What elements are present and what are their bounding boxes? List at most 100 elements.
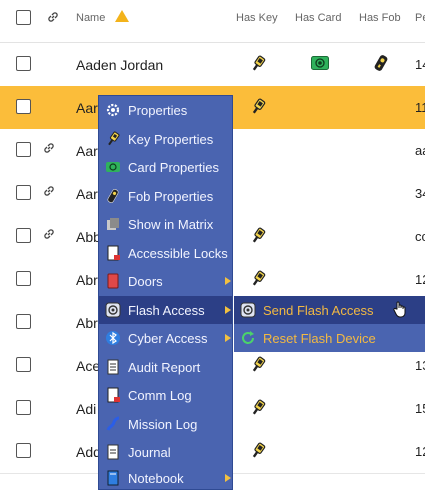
gear-icon	[106, 103, 120, 117]
flash-icon	[105, 302, 121, 317]
lock-doc-icon	[107, 245, 120, 260]
fob-icon	[107, 188, 119, 203]
menu-item-audit-report[interactable]: Audit Report	[99, 353, 232, 381]
menu-item-notebook[interactable]: Notebook	[99, 464, 232, 489]
submenu-item-label: Send Flash Access	[263, 303, 374, 318]
link-icon[interactable]	[43, 228, 55, 240]
link-icon[interactable]	[43, 185, 55, 197]
menu-item-label: Comm Log	[128, 388, 192, 403]
row-checkbox[interactable]	[16, 271, 31, 286]
menu-item-label: Key Properties	[128, 131, 214, 147]
row-checkbox[interactable]	[16, 185, 31, 200]
flash-access-submenu: Send Flash Access Reset Flash Device	[234, 296, 425, 352]
row-checkbox[interactable]	[16, 142, 31, 157]
flash-icon	[240, 302, 256, 318]
key-icon	[249, 97, 267, 115]
menu-item-show-in-matrix[interactable]: Show in Matrix	[99, 210, 232, 238]
hand-cursor-icon	[393, 301, 406, 318]
row-checkbox[interactable]	[16, 56, 31, 71]
menu-item-label: Properties	[128, 103, 188, 118]
menu-item-doors[interactable]: Doors	[99, 267, 232, 295]
row-name: Ace	[76, 358, 101, 374]
row-name: Aar	[76, 143, 98, 159]
col-header-has-key[interactable]: Has Key	[236, 12, 278, 24]
fob-icon	[373, 54, 389, 72]
col-header-has-card[interactable]: Has Card	[295, 12, 341, 24]
submenu-arrow-icon	[225, 277, 231, 285]
context-menu: Properties Key Properties Card Properties F…	[98, 95, 233, 490]
table-row[interactable]: Aaden Jordan 14	[0, 43, 425, 87]
journal-icon	[107, 444, 119, 460]
menu-item-label: Mission Log	[128, 416, 198, 432]
key-icon	[249, 398, 267, 416]
menu-item-accessible-locks[interactable]: Accessible Locks	[99, 239, 232, 267]
menu-item-label: Cyber Access	[128, 331, 208, 346]
row-pe-value: cc	[415, 229, 425, 244]
row-pe-value: 12	[415, 444, 425, 459]
key-icon	[249, 54, 267, 72]
menu-item-label: Card Properties	[128, 160, 220, 175]
grid-header: Name Has Key Has Card Has Fob Pe	[0, 0, 425, 43]
menu-item-properties[interactable]: Properties	[99, 96, 232, 124]
reset-icon	[242, 331, 254, 344]
row-pe-value: 13	[415, 358, 425, 373]
key-icon	[108, 131, 120, 145]
menu-item-flash-access[interactable]: Flash Access	[99, 295, 232, 324]
menu-item-label: Fob Properties	[128, 188, 214, 204]
menu-item-card-properties[interactable]: Card Properties	[99, 153, 232, 181]
menu-item-label: Show in Matrix	[128, 217, 214, 232]
matrix-icon	[107, 218, 119, 230]
menu-item-label: Audit Report	[128, 359, 201, 375]
col-header-name[interactable]: Name	[76, 12, 105, 24]
submenu-item-label: Reset Flash Device	[263, 331, 376, 346]
menu-item-label: Accessible Locks	[128, 245, 228, 261]
row-checkbox[interactable]	[16, 400, 31, 415]
row-name: Aaden Jordan	[76, 57, 164, 73]
row-pe-value: 34	[415, 186, 425, 201]
menu-item-comm-log[interactable]: Comm Log	[99, 381, 232, 409]
key-icon	[249, 355, 267, 373]
warning-triangle-icon	[115, 10, 129, 22]
row-name: Abr	[76, 272, 98, 288]
submenu-arrow-icon	[225, 474, 231, 482]
link-icon[interactable]	[43, 142, 55, 154]
col-header-has-fob[interactable]: Has Fob	[359, 12, 401, 24]
row-name: Adi	[76, 401, 97, 417]
menu-item-label: Notebook	[128, 471, 184, 486]
key-icon	[249, 441, 267, 459]
comm-log-icon	[107, 387, 120, 403]
row-checkbox[interactable]	[16, 228, 31, 243]
mission-icon	[106, 416, 120, 431]
row-checkbox[interactable]	[16, 443, 31, 458]
menu-item-label: Flash Access	[128, 302, 205, 318]
menu-item-journal[interactable]: Journal	[99, 438, 232, 466]
row-pe-value: 15	[415, 401, 425, 416]
card-icon	[106, 162, 120, 172]
row-checkbox[interactable]	[16, 99, 31, 114]
row-pe-value: 14	[415, 57, 425, 72]
report-icon	[107, 359, 119, 374]
row-name: Aar	[76, 100, 98, 116]
menu-item-label: Journal	[128, 445, 171, 460]
row-pe-value: aa	[415, 143, 425, 158]
key-icon	[249, 226, 267, 244]
col-header-pe[interactable]: Pe	[415, 12, 425, 24]
key-icon	[249, 269, 267, 287]
row-checkbox[interactable]	[16, 357, 31, 372]
submenu-arrow-icon	[225, 305, 231, 314]
row-name: Aar	[76, 186, 98, 202]
menu-item-fob-properties[interactable]: Fob Properties	[99, 182, 232, 210]
menu-item-key-properties[interactable]: Key Properties	[99, 125, 232, 153]
select-all-checkbox[interactable]	[16, 10, 31, 25]
row-pe-value: 12	[415, 272, 425, 287]
row-name: Abr	[76, 315, 98, 331]
row-pe-value: 11	[415, 100, 425, 115]
menu-item-mission-log[interactable]: Mission Log	[99, 410, 232, 438]
notebook-icon	[107, 470, 119, 486]
menu-item-cyber-access[interactable]: Cyber Access	[99, 324, 232, 352]
row-checkbox[interactable]	[16, 314, 31, 329]
card-icon	[311, 56, 329, 70]
door-icon	[107, 273, 119, 289]
menu-item-label: Doors	[128, 274, 163, 289]
submenu-item-reset-flash-device[interactable]: Reset Flash Device	[234, 324, 425, 352]
